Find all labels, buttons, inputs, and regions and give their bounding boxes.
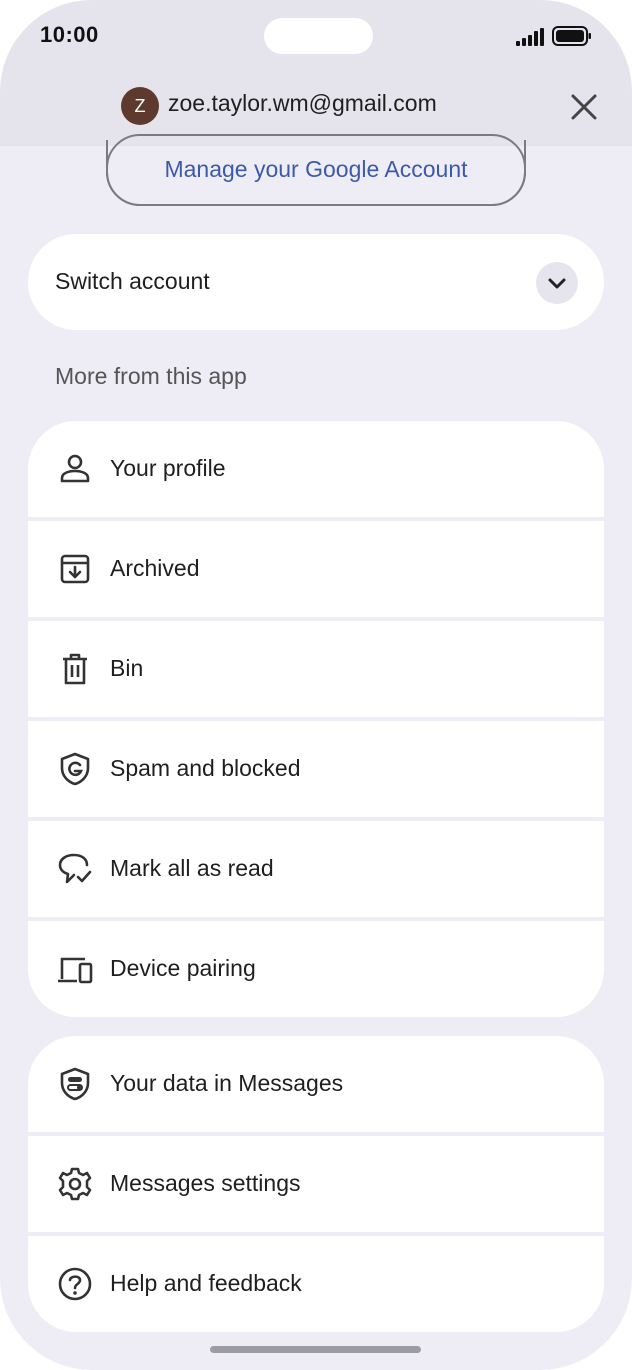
account-row: Z zoe.taylor.wm@gmail.com — [0, 86, 632, 126]
menu-item-help-and-feedback[interactable]: Help and feedback — [28, 1236, 604, 1332]
close-icon[interactable] — [568, 91, 600, 123]
gear-icon — [58, 1167, 92, 1201]
menu-item-label: Bin — [110, 655, 144, 681]
menu-item-mark-all-as-read[interactable]: Mark all as read — [28, 821, 604, 917]
menu-item-label: Your profile — [110, 455, 226, 481]
menu-item-label: Mark all as read — [110, 855, 274, 881]
status-time: 10:00 — [40, 22, 99, 47]
shield-g-icon — [60, 752, 90, 786]
chevron-down-icon — [548, 278, 566, 289]
menu-item-label: Spam and blocked — [110, 755, 301, 781]
archive-icon — [60, 554, 90, 584]
menu-item-label: Messages settings — [110, 1170, 301, 1196]
menu-item-label: Your data in Messages — [110, 1070, 344, 1096]
battery-icon — [552, 26, 591, 46]
menu-item-your-profile[interactable]: Your profile — [28, 421, 604, 517]
menu-item-messages-settings[interactable]: Messages settings — [28, 1136, 604, 1232]
status-bar: 10:00 — [0, 0, 632, 72]
menu-item-archived[interactable]: Archived — [28, 521, 604, 617]
messages-menu-card: Your data in Messages Messages settings … — [28, 1036, 604, 1332]
section-title: More from this app — [55, 363, 247, 389]
manage-account-button[interactable]: Manage your Google Account — [106, 134, 526, 206]
app-menu-card: Your profile Archived Bin Spam and block… — [28, 421, 604, 1017]
expand-button[interactable] — [536, 262, 578, 304]
menu-item-label: Device pairing — [110, 955, 256, 981]
switch-account-label: Switch account — [55, 268, 210, 294]
chat-check-icon — [58, 853, 92, 884]
menu-item-label: Help and feedback — [110, 1270, 302, 1296]
trash-icon — [63, 653, 87, 685]
help-icon — [58, 1267, 92, 1301]
account-email: zoe.taylor.wm@gmail.com — [168, 90, 437, 116]
person-icon — [60, 454, 90, 483]
phone-screen: 10:00 Z zoe.taylor.wm@gmail.com Manage y… — [0, 0, 632, 1370]
camera-island — [264, 18, 373, 54]
signal-icon — [516, 28, 544, 46]
shield-toggle-icon — [60, 1067, 90, 1101]
menu-item-label: Archived — [110, 555, 200, 581]
menu-item-bin[interactable]: Bin — [28, 621, 604, 717]
switch-account-button[interactable]: Switch account — [28, 234, 604, 330]
home-indicator[interactable] — [210, 1346, 421, 1353]
avatar[interactable]: Z — [121, 87, 159, 125]
menu-item-your-data-in-messages[interactable]: Your data in Messages — [28, 1036, 604, 1132]
manage-account-label: Manage your Google Account — [164, 156, 468, 182]
menu-item-spam-and-blocked[interactable]: Spam and blocked — [28, 721, 604, 817]
menu-item-device-pairing[interactable]: Device pairing — [28, 921, 604, 1017]
devices-icon — [58, 957, 93, 984]
